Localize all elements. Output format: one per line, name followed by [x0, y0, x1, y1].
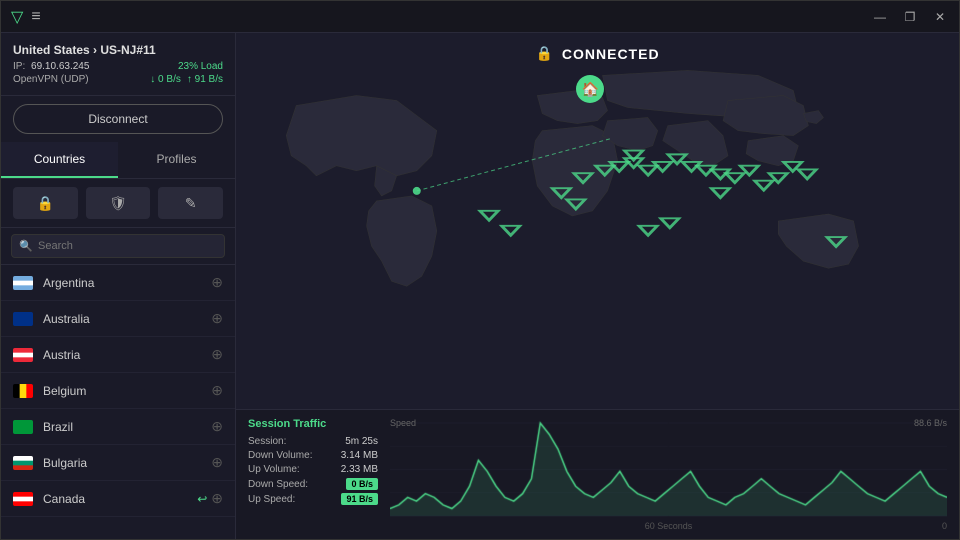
country-flag	[13, 420, 33, 434]
country-name: Australia	[43, 312, 211, 326]
country-flag	[13, 456, 33, 470]
list-item[interactable]: Bulgaria⊕	[1, 445, 235, 481]
country-list: Argentina⊕Australia⊕Austria⊕Belgium⊕Braz…	[1, 265, 235, 539]
list-item[interactable]: Austria⊕	[1, 337, 235, 373]
traffic-panel: Session Traffic Session: 5m 25s Down Vol…	[236, 409, 959, 539]
country-flag	[13, 348, 33, 362]
up-speed-badge: 91 B/s	[341, 493, 378, 505]
country-extra-icon: ↩	[197, 492, 207, 506]
ip-label: IP: 69.10.63.245	[13, 61, 89, 72]
server-name: United States › US-NJ#11	[13, 43, 223, 57]
tab-profiles[interactable]: Profiles	[118, 142, 235, 178]
session-row: Session: 5m 25s	[248, 436, 378, 447]
filter-edit-button[interactable]: ✎	[158, 187, 223, 219]
load-indicator: 23% Load	[178, 61, 223, 72]
country-name: Austria	[43, 348, 211, 362]
connected-lock-icon: 🔒	[535, 45, 553, 62]
window-controls: — ❐ ✕	[871, 8, 949, 26]
country-flag	[13, 384, 33, 398]
protocol-label: OpenVPN (UDP)	[13, 74, 89, 85]
search-input[interactable]	[11, 234, 225, 258]
chevron-down-icon: ⊕	[211, 490, 223, 507]
country-name: Argentina	[43, 276, 211, 290]
up-speed-row: Up Speed: 91 B/s	[248, 493, 378, 505]
list-item[interactable]: Belgium⊕	[1, 373, 235, 409]
down-vol-row: Down Volume: 3.14 MB	[248, 450, 378, 461]
country-flag	[13, 492, 33, 506]
up-speed-label: Up Speed:	[248, 494, 295, 505]
tab-countries[interactable]: Countries	[1, 142, 118, 178]
app-logo-icon: ▽	[11, 7, 23, 27]
app-window: ▽ ≡ — ❐ ✕ United States › US-NJ#11 IP: 6…	[0, 0, 960, 540]
down-vol-value: 3.14 MB	[341, 450, 378, 461]
disconnect-button[interactable]: Disconnect	[13, 104, 223, 134]
filter-shield-button[interactable]: 🛡	[86, 187, 151, 219]
session-label: Session:	[248, 436, 286, 447]
chart-x-right: 0	[942, 521, 947, 531]
country-name: Bulgaria	[43, 456, 211, 470]
connection-details-row: IP: 69.10.63.245 23% Load	[13, 61, 223, 72]
session-value: 5m 25s	[345, 436, 378, 447]
down-speed-row: Down Speed: 0 B/s	[248, 478, 378, 490]
chevron-down-icon: ⊕	[211, 454, 223, 471]
country-name: Brazil	[43, 420, 211, 434]
traffic-title: Session Traffic	[248, 418, 378, 430]
list-item[interactable]: Canada↩ ⊕	[1, 481, 235, 517]
chart-x-label: 60 Seconds	[645, 521, 693, 531]
content-area: 🔒 CONNECTED ▽ ProtonVPN −	[236, 33, 959, 539]
tab-bar: Countries Profiles	[1, 142, 235, 179]
list-item[interactable]: Brazil⊕	[1, 409, 235, 445]
filter-bar: 🔒 🛡 ✎	[1, 179, 235, 228]
chevron-down-icon: ⊕	[211, 274, 223, 291]
chevron-down-icon: ⊕	[211, 382, 223, 399]
connected-label: CONNECTED	[562, 46, 660, 62]
search-bar: 🔍	[1, 228, 235, 265]
chart-area: Speed 88.6 B/s 60 Seconds 0	[390, 418, 947, 531]
title-bar: ▽ ≡ — ❐ ✕	[1, 1, 959, 33]
list-item[interactable]: Argentina⊕	[1, 265, 235, 301]
shield-filter-icon: 🛡	[109, 195, 127, 212]
minimize-button[interactable]: —	[871, 8, 889, 26]
chevron-down-icon: ⊕	[211, 346, 223, 363]
down-speed-label: Down Speed:	[248, 479, 308, 490]
down-vol-label: Down Volume:	[248, 450, 312, 461]
up-speed: ↑ 91 B/s	[187, 74, 223, 85]
down-speed: ↓ 0 B/s	[150, 74, 181, 85]
traffic-chart	[390, 418, 947, 531]
edit-filter-icon: ✎	[185, 195, 197, 212]
chart-y-label: Speed	[390, 418, 416, 428]
connection-info: United States › US-NJ#11 IP: 69.10.63.24…	[1, 33, 235, 96]
list-item[interactable]: Australia⊕	[1, 301, 235, 337]
search-icon: 🔍	[19, 240, 33, 253]
maximize-button[interactable]: ❐	[901, 8, 919, 26]
down-speed-badge: 0 B/s	[346, 478, 378, 490]
connected-status: 🔒 CONNECTED	[535, 45, 659, 62]
up-vol-label: Up Volume:	[248, 464, 300, 475]
map-area: 🔒 CONNECTED ▽ ProtonVPN −	[236, 33, 959, 409]
country-name: Belgium	[43, 384, 211, 398]
connected-server-marker: 🏠	[576, 75, 604, 103]
chevron-down-icon: ⊕	[211, 418, 223, 435]
speed-indicator: ↓ 0 B/s ↑ 91 B/s	[150, 74, 223, 85]
sidebar: United States › US-NJ#11 IP: 69.10.63.24…	[1, 33, 236, 539]
up-vol-row: Up Volume: 2.33 MB	[248, 464, 378, 475]
traffic-info: Session Traffic Session: 5m 25s Down Vol…	[248, 418, 378, 531]
main-layout: United States › US-NJ#11 IP: 69.10.63.24…	[1, 33, 959, 539]
country-name: Canada	[43, 492, 197, 506]
up-vol-value: 2.33 MB	[341, 464, 378, 475]
search-wrapper: 🔍	[11, 234, 225, 258]
menu-icon[interactable]: ≡	[31, 8, 40, 26]
country-flag	[13, 276, 33, 290]
close-button[interactable]: ✕	[931, 8, 949, 26]
filter-lock-button[interactable]: 🔒	[13, 187, 78, 219]
lock-filter-icon: 🔒	[37, 195, 54, 212]
protocol-speed-row: OpenVPN (UDP) ↓ 0 B/s ↑ 91 B/s	[13, 74, 223, 85]
chevron-down-icon: ⊕	[211, 310, 223, 327]
chart-max-label: 88.6 B/s	[914, 418, 947, 428]
country-flag	[13, 312, 33, 326]
